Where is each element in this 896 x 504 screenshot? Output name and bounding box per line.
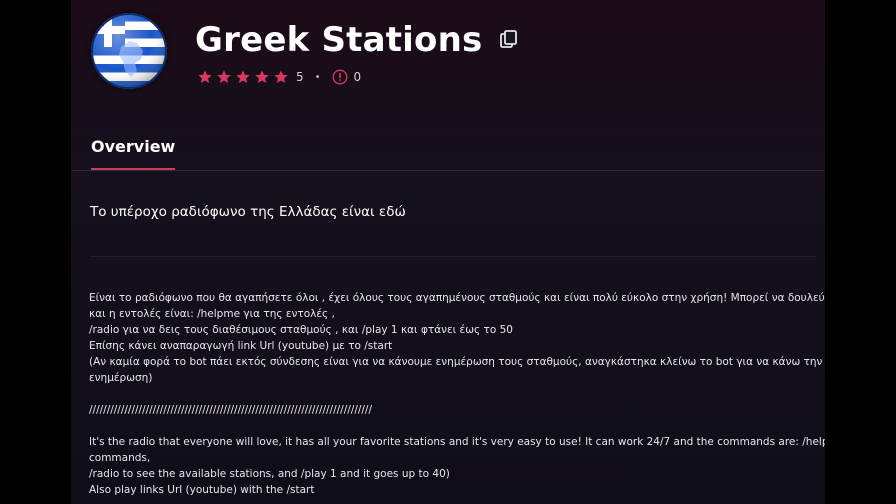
description-line: Also play links Url (youtube) with the /… bbox=[89, 484, 315, 496]
description-line: (Αν καμία φορά το bot πάει εκτός σύνδεση… bbox=[89, 356, 823, 368]
description-separator: ////////////////////////////////////////… bbox=[89, 404, 373, 416]
star-rating bbox=[197, 69, 289, 85]
star-icon bbox=[255, 70, 269, 83]
description-line: commands, bbox=[89, 452, 151, 464]
bot-short-description: Το υπέροχο ραδιόφωνο της Ελλάδας είναι ε… bbox=[90, 204, 406, 220]
rating-row: 5 • 0 bbox=[197, 68, 361, 86]
separator-dot: • bbox=[314, 71, 321, 83]
star-icon bbox=[274, 70, 288, 83]
star-icon bbox=[198, 70, 212, 83]
report-count: 0 bbox=[353, 70, 362, 84]
bot-title: Greek Stations bbox=[195, 20, 483, 60]
divider bbox=[90, 256, 816, 257]
bot-long-description: Είναι το ραδιόφωνο που θα αγαπήσετε όλοι… bbox=[89, 290, 825, 498]
description-line: /radio για να δεις τους διαθέσιμους σταθ… bbox=[89, 324, 513, 336]
description-line: It's the radio that everyone will love, … bbox=[89, 436, 825, 448]
info-circle-icon[interactable] bbox=[332, 69, 348, 85]
star-icon bbox=[217, 70, 231, 83]
tab-bar: Overview bbox=[71, 130, 825, 171]
description-line: ενημέρωση) bbox=[89, 372, 153, 384]
description-line: και η εντολές είναι: /helpme για της εντ… bbox=[89, 308, 335, 320]
description-line: /radio to see the available stations, an… bbox=[89, 468, 450, 480]
star-icon bbox=[236, 70, 250, 83]
bot-avatar bbox=[91, 13, 167, 89]
rating-count: 5 bbox=[296, 70, 304, 84]
bot-page: Greek Stations 5 • 0 Overview Το υπέροχο… bbox=[71, 0, 825, 504]
copy-icon[interactable] bbox=[498, 29, 520, 51]
description-line: Επίσης κάνει αναπαραγωγή link Url (youtu… bbox=[89, 340, 393, 352]
description-line: Είναι το ραδιόφωνο που θα αγαπήσετε όλοι… bbox=[89, 292, 825, 304]
tab-overview[interactable]: Overview bbox=[91, 137, 176, 170]
